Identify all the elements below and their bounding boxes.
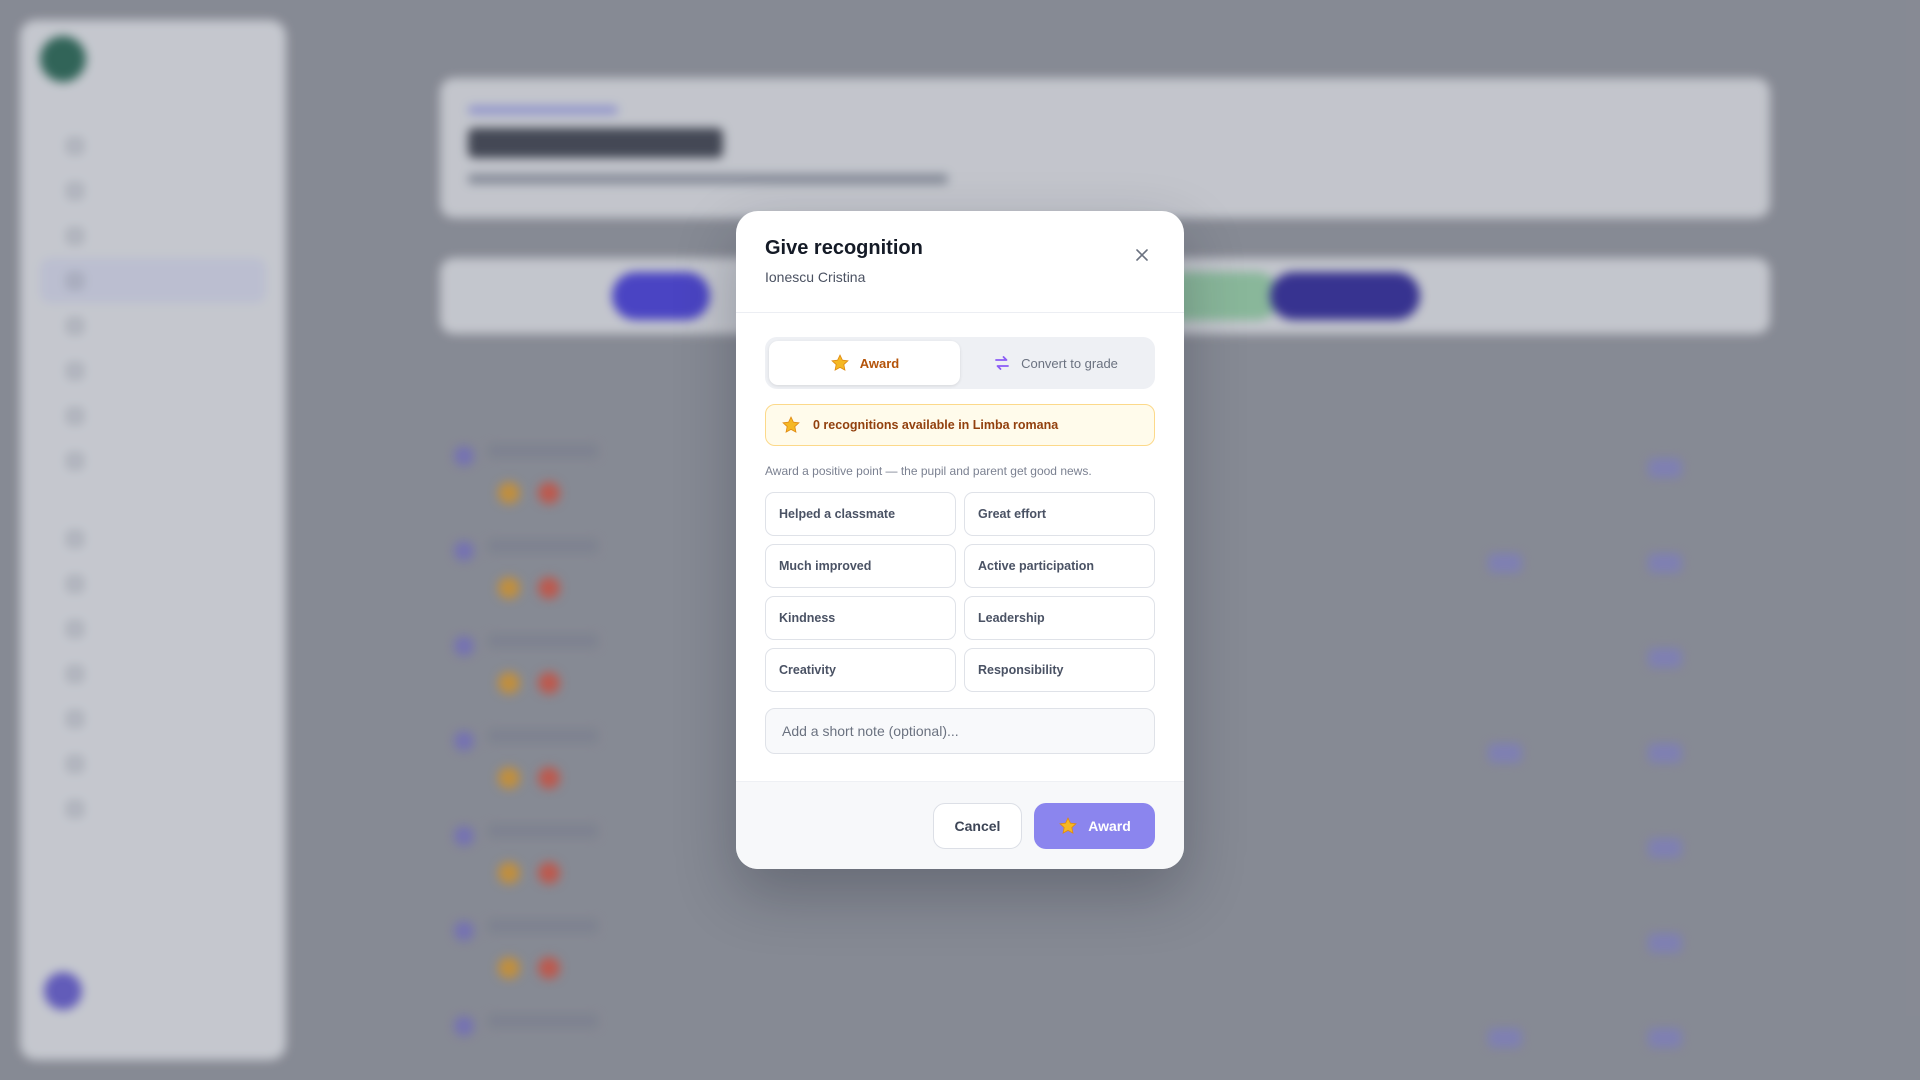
reason-helped-a-classmate[interactable]: Helped a classmate xyxy=(765,492,956,536)
reason-creativity[interactable]: Creativity xyxy=(765,648,956,692)
star-icon xyxy=(1059,816,1078,834)
close-button[interactable] xyxy=(1130,243,1154,267)
close-icon xyxy=(1136,249,1148,261)
tab-award-label: Award xyxy=(859,355,900,371)
tab-convert-to-grade[interactable]: Convert to grade xyxy=(960,341,1151,385)
reason-grid: Helped a classmate Great effort Much imp… xyxy=(765,492,1155,692)
availability-text: 0 recognitions available in Limba romana xyxy=(813,418,1059,432)
star-icon xyxy=(830,354,849,371)
dialog-body: Award Convert to grade 0 recognitions av… xyxy=(736,313,1184,754)
reason-active-participation[interactable]: Active participation xyxy=(964,544,1155,588)
award-hint: Award a positive point — the pupil and p… xyxy=(765,464,1092,478)
student-name: Ionescu Cristina xyxy=(765,269,866,285)
give-recognition-dialog: Give recognition Ionescu Cristina Award … xyxy=(736,211,1184,869)
availability-banner: 0 recognitions available in Limba romana xyxy=(765,404,1155,446)
dialog-header: Give recognition Ionescu Cristina xyxy=(736,211,1184,313)
mode-tabs: Award Convert to grade xyxy=(765,337,1155,389)
cancel-button[interactable]: Cancel xyxy=(933,802,1022,849)
reason-kindness[interactable]: Kindness xyxy=(765,596,956,640)
reason-leadership[interactable]: Leadership xyxy=(964,596,1155,640)
star-icon xyxy=(782,416,800,433)
reason-much-improved[interactable]: Much improved xyxy=(765,544,956,588)
dialog-footer: Cancel Award xyxy=(736,781,1184,869)
swap-icon xyxy=(995,356,1009,370)
award-button[interactable]: Award xyxy=(1034,802,1155,849)
tab-convert-label: Convert to grade xyxy=(1021,355,1118,371)
award-button-label: Award xyxy=(1088,817,1131,834)
dialog-title: Give recognition xyxy=(765,237,923,259)
tab-award[interactable]: Award xyxy=(769,341,960,385)
reason-responsibility[interactable]: Responsibility xyxy=(964,648,1155,692)
reason-great-effort[interactable]: Great effort xyxy=(964,492,1155,536)
note-input[interactable] xyxy=(765,708,1155,754)
